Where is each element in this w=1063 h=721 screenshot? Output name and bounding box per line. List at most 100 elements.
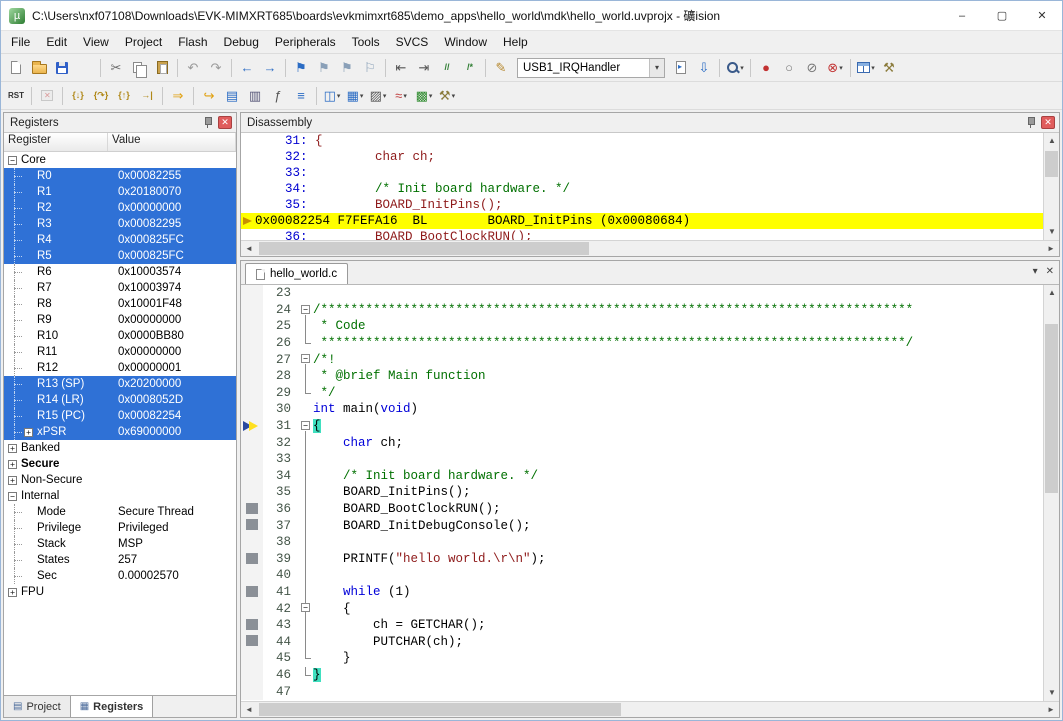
panel-close-icon[interactable]: ✕: [1041, 116, 1055, 129]
breakpoint-margin[interactable]: [241, 301, 263, 319]
current-statement-marker[interactable]: [241, 417, 263, 435]
toolbox-icon-dropdown[interactable]: ▾: [452, 92, 456, 100]
register-row-internal[interactable]: − Internal: [4, 488, 236, 504]
pin-icon[interactable]: [1025, 116, 1037, 129]
expand-icon[interactable]: +: [8, 587, 17, 597]
function-combo[interactable]: USB1_IRQHandler ▾: [517, 57, 665, 78]
menu-tools[interactable]: Tools: [344, 33, 388, 51]
code-block-marker[interactable]: [241, 500, 263, 518]
menu-file[interactable]: File: [3, 33, 38, 51]
step-into-icon[interactable]: {↓}: [67, 85, 89, 107]
scrollbar-track[interactable]: [257, 241, 1043, 256]
memory-window-icon-dropdown[interactable]: ▾: [360, 92, 364, 100]
disassembly-line[interactable]: 32: char ch;: [241, 149, 1043, 165]
register-row-non-secure[interactable]: + Non-Secure: [4, 472, 236, 488]
menu-project[interactable]: Project: [117, 33, 170, 51]
register-row-sec[interactable]: Sec 0.00002570: [4, 568, 236, 584]
breakpoint-margin[interactable]: [241, 666, 263, 684]
breakpoint-margin[interactable]: [241, 600, 263, 617]
redo-icon[interactable]: ↷: [205, 57, 227, 79]
run-to-cursor-icon[interactable]: →|: [136, 85, 158, 107]
disassembly-line[interactable]: 33:: [241, 165, 1043, 181]
menu-svcs[interactable]: SVCS: [388, 33, 437, 51]
scrollbar-track[interactable]: [1044, 149, 1059, 224]
editor-vscrollbar[interactable]: ▲ ▼: [1043, 285, 1059, 701]
scroll-right-button[interactable]: ►: [1043, 702, 1059, 717]
scrollbar-track[interactable]: [1044, 301, 1059, 685]
breakpoint-margin[interactable]: [241, 367, 263, 385]
open-file-icon[interactable]: [28, 57, 50, 79]
breakpoint-margin[interactable]: [241, 567, 263, 584]
menu-view[interactable]: View: [75, 33, 117, 51]
new-file-icon[interactable]: [5, 57, 27, 79]
register-row-r7[interactable]: R7 0x10003974: [4, 280, 236, 296]
scrollbar-track[interactable]: [257, 702, 1043, 717]
menu-edit[interactable]: Edit: [38, 33, 75, 51]
analysis-window-icon-dropdown[interactable]: ▾: [403, 92, 407, 100]
disassembly-vscrollbar[interactable]: ▲ ▼: [1043, 133, 1059, 240]
disassembly-window-icon[interactable]: ▥: [244, 85, 266, 107]
step-over-icon[interactable]: {↷}: [90, 85, 112, 107]
scroll-up-button[interactable]: ▲: [1044, 133, 1059, 149]
symbols-window-icon[interactable]: ƒ: [267, 85, 289, 107]
breakpoint-margin[interactable]: [241, 401, 263, 418]
register-row-r4[interactable]: R4 0x000825FC: [4, 232, 236, 248]
disassembly-line[interactable]: 35: BOARD_InitPins();: [241, 197, 1043, 213]
scrollbar-thumb[interactable]: [1045, 324, 1058, 493]
scrollbar-thumb[interactable]: [1045, 151, 1058, 177]
disable-all-breakpoints-icon[interactable]: ⊘: [801, 57, 823, 79]
register-row-r12[interactable]: R12 0x00000001: [4, 360, 236, 376]
toolbox-icon[interactable]: ⚒ ▾: [436, 85, 458, 107]
function-combo-dropdown-icon[interactable]: ▾: [649, 58, 664, 77]
options-icon[interactable]: ✎: [490, 57, 512, 79]
run-icon[interactable]: ⇒: [167, 85, 189, 107]
indent-icon[interactable]: ⇥: [413, 57, 435, 79]
stop-icon[interactable]: [36, 85, 58, 107]
save-icon[interactable]: [51, 57, 73, 79]
column-header-register[interactable]: Register: [4, 133, 108, 151]
tab-hello-world-c[interactable]: hello_world.c: [245, 263, 349, 284]
insert-breakpoint-icon[interactable]: ●: [755, 57, 777, 79]
scroll-left-button[interactable]: ◄: [241, 241, 257, 256]
show-next-statement-icon[interactable]: ↪: [198, 85, 220, 107]
column-header-value[interactable]: Value: [108, 133, 236, 151]
register-row-fpu[interactable]: + FPU: [4, 584, 236, 600]
scrollbar-thumb[interactable]: [259, 703, 621, 716]
disassembly-line[interactable]: 31: {: [241, 133, 1043, 149]
register-row-r15-pc[interactable]: R15 (PC) 0x00082254: [4, 408, 236, 424]
code-block-marker[interactable]: [241, 633, 263, 651]
breakpoint-margin[interactable]: [241, 533, 263, 551]
copy-icon[interactable]: [128, 57, 150, 79]
configure-icon[interactable]: ⚒: [878, 57, 900, 79]
minimize-button[interactable]: –: [942, 1, 982, 31]
register-row-core[interactable]: − Core: [4, 152, 236, 168]
cut-icon[interactable]: ✂: [105, 57, 127, 79]
register-row-r10[interactable]: R10 0x0000BB80: [4, 328, 236, 344]
memory-window-icon[interactable]: ▦ ▾: [344, 85, 366, 107]
call-stack-window-icon[interactable]: ≡: [290, 85, 312, 107]
analysis-window-icon[interactable]: ≈ ▾: [390, 85, 412, 107]
pin-icon[interactable]: [202, 116, 214, 129]
tab-project[interactable]: ▤ Project: [4, 696, 71, 717]
expand-icon[interactable]: +: [8, 443, 17, 453]
find-in-files-icon-dropdown[interactable]: ▾: [740, 64, 744, 72]
find-in-files-icon[interactable]: ▾: [724, 57, 746, 79]
register-row-r9[interactable]: R9 0x00000000: [4, 312, 236, 328]
register-row-banked[interactable]: + Banked: [4, 440, 236, 456]
breakpoint-margin[interactable]: [241, 334, 263, 352]
breakpoint-margin[interactable]: [241, 384, 263, 402]
disassembly-line[interactable]: 34: /* Init board hardware. */: [241, 181, 1043, 197]
register-row-r0[interactable]: R0 0x00082255: [4, 168, 236, 184]
scroll-down-button[interactable]: ▼: [1044, 224, 1059, 240]
register-row-states[interactable]: States 257: [4, 552, 236, 568]
panel-close-icon[interactable]: ✕: [218, 116, 232, 129]
maximize-button[interactable]: ▢: [982, 1, 1022, 31]
register-row-r2[interactable]: R2 0x00000000: [4, 200, 236, 216]
collapse-icon[interactable]: −: [8, 491, 17, 501]
scroll-right-button[interactable]: ►: [1043, 241, 1059, 256]
register-row-mode[interactable]: Mode Secure Thread: [4, 504, 236, 520]
paste-icon[interactable]: [151, 57, 173, 79]
disassembly-line[interactable]: 36: BOARD_BootClockRUN();: [241, 229, 1043, 240]
undo-icon[interactable]: ↶: [182, 57, 204, 79]
registers-panel-caption[interactable]: Registers ✕: [4, 113, 236, 133]
